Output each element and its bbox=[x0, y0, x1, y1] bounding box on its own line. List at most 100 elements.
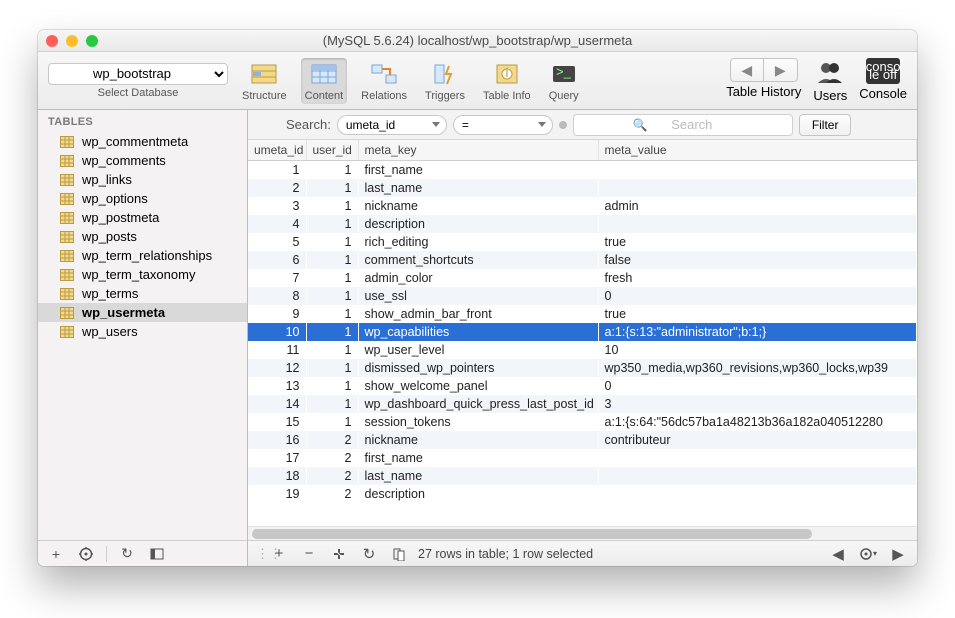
structure-icon bbox=[249, 60, 279, 88]
structure-button[interactable]: Structure bbox=[238, 58, 291, 104]
data-grid[interactable]: umeta_iduser_idmeta_keymeta_value 11firs… bbox=[248, 140, 917, 526]
search-bar: Search: umeta_id = 🔍 Filter bbox=[248, 110, 917, 140]
database-select-label: Select Database bbox=[98, 87, 179, 99]
next-page-button[interactable]: ▶ bbox=[887, 544, 909, 564]
table-row[interactable]: 81use_ssl0 bbox=[248, 287, 917, 305]
table-row[interactable]: 11first_name bbox=[248, 161, 917, 180]
users-icon bbox=[814, 58, 846, 86]
search-indicator bbox=[559, 121, 567, 129]
table-name: wp_links bbox=[82, 172, 132, 187]
sidebar-table-item[interactable]: wp_users bbox=[38, 322, 247, 341]
zoom-window-button[interactable] bbox=[86, 35, 98, 47]
sidebar-header: TABLES bbox=[38, 110, 247, 132]
table-row[interactable]: 61comment_shortcutsfalse bbox=[248, 251, 917, 269]
sidebar-table-item[interactable]: wp_terms bbox=[38, 284, 247, 303]
query-button[interactable]: >_ Query bbox=[545, 58, 583, 104]
table-row[interactable]: 31nicknameadmin bbox=[248, 197, 917, 215]
add-row-button[interactable]: + bbox=[268, 544, 290, 564]
sidebar-table-item[interactable]: wp_posts bbox=[38, 227, 247, 246]
content-button[interactable]: Content bbox=[301, 58, 348, 104]
close-window-button[interactable] bbox=[46, 35, 58, 47]
relations-icon bbox=[369, 60, 399, 88]
window-controls bbox=[46, 35, 98, 47]
table-row[interactable]: 21last_name bbox=[248, 179, 917, 197]
database-selector: wp_bootstrap Select Database bbox=[48, 63, 228, 99]
app-window: (MySQL 5.6.24) localhost/wp_bootstrap/wp… bbox=[38, 30, 917, 566]
search-operator-select[interactable]: = bbox=[453, 115, 553, 135]
column-header[interactable]: umeta_id bbox=[248, 140, 306, 161]
sidebar-table-item[interactable]: wp_comments bbox=[38, 151, 247, 170]
table-name: wp_term_relationships bbox=[82, 248, 212, 263]
table-row[interactable]: 51rich_editingtrue bbox=[248, 233, 917, 251]
table-history: ◀ ▶ Table History bbox=[726, 58, 801, 99]
sidebar: TABLES wp_commentmeta wp_comments wp_links… bbox=[38, 110, 248, 566]
table-row[interactable]: 162nicknamecontributeur bbox=[248, 431, 917, 449]
query-icon: >_ bbox=[549, 60, 579, 88]
table-name: wp_commentmeta bbox=[82, 134, 188, 149]
minimize-window-button[interactable] bbox=[66, 35, 78, 47]
search-field-select[interactable]: umeta_id bbox=[337, 115, 447, 135]
filter-button[interactable]: Filter bbox=[799, 114, 852, 136]
sidebar-table-item[interactable]: wp_links bbox=[38, 170, 247, 189]
column-header[interactable]: meta_key bbox=[358, 140, 598, 161]
table-name: wp_users bbox=[82, 324, 138, 339]
split-handle[interactable]: ⋮⋮ bbox=[256, 546, 260, 562]
table-name: wp_options bbox=[82, 191, 148, 206]
tableinfo-icon: i bbox=[492, 60, 522, 88]
refresh-data-button[interactable]: ↻ bbox=[358, 544, 380, 564]
toolbar-right: ◀ ▶ Table History Users console off Cons… bbox=[726, 58, 907, 103]
tableinfo-button[interactable]: i Table Info bbox=[479, 58, 535, 104]
table-row[interactable]: 41description bbox=[248, 215, 917, 233]
console-tool[interactable]: console off Console bbox=[859, 58, 907, 101]
column-header[interactable]: meta_value bbox=[598, 140, 917, 161]
table-row[interactable]: 141wp_dashboard_quick_press_last_post_id… bbox=[248, 395, 917, 413]
remove-row-button[interactable]: − bbox=[298, 544, 320, 564]
table-name: wp_posts bbox=[82, 229, 137, 244]
table-name: wp_terms bbox=[82, 286, 138, 301]
table-row[interactable]: 101wp_capabilitiesa:1:{s:13:"administrat… bbox=[248, 323, 917, 341]
table-row[interactable]: 121dismissed_wp_pointerswp350_media,wp36… bbox=[248, 359, 917, 377]
sidebar-table-item[interactable]: wp_term_taxonomy bbox=[38, 265, 247, 284]
sidebar-table-item[interactable]: wp_commentmeta bbox=[38, 132, 247, 151]
status-bar: ⋮⋮ + − ↻ 27 rows in table; 1 row selecte… bbox=[248, 540, 917, 566]
refresh-tables-button[interactable]: ↻ bbox=[117, 544, 137, 564]
table-actions-button[interactable] bbox=[76, 544, 96, 564]
add-table-button[interactable]: + bbox=[46, 544, 66, 564]
svg-text:>_: >_ bbox=[556, 64, 572, 79]
sidebar-footer: + ↻ bbox=[38, 540, 247, 566]
sidebar-table-item[interactable]: wp_options bbox=[38, 189, 247, 208]
table-name: wp_term_taxonomy bbox=[82, 267, 195, 282]
users-tool[interactable]: Users bbox=[813, 58, 847, 103]
page-actions-button[interactable]: ▾ bbox=[857, 544, 879, 564]
search-input[interactable] bbox=[573, 114, 793, 136]
history-back-button[interactable]: ◀ bbox=[730, 58, 764, 82]
history-forward-button[interactable]: ▶ bbox=[764, 58, 798, 82]
table-row[interactable]: 91show_admin_bar_fronttrue bbox=[248, 305, 917, 323]
window-title: (MySQL 5.6.24) localhost/wp_bootstrap/wp… bbox=[38, 33, 917, 48]
table-row[interactable]: 131show_welcome_panel0 bbox=[248, 377, 917, 395]
table-row[interactable]: 71admin_colorfresh bbox=[248, 269, 917, 287]
table-row[interactable]: 192description bbox=[248, 485, 917, 503]
main-content: Search: umeta_id = 🔍 Filter umeta_iduser… bbox=[248, 110, 917, 566]
prev-page-button[interactable]: ◀ bbox=[827, 544, 849, 564]
relations-button[interactable]: Relations bbox=[357, 58, 411, 104]
table-row[interactable]: 182last_name bbox=[248, 467, 917, 485]
horizontal-scrollbar[interactable] bbox=[248, 526, 917, 540]
toolbar: wp_bootstrap Select Database Structure C… bbox=[38, 52, 917, 110]
sidebar-table-item[interactable]: wp_usermeta bbox=[38, 303, 247, 322]
status-text: 27 rows in table; 1 row selected bbox=[418, 547, 819, 561]
triggers-button[interactable]: Triggers bbox=[421, 58, 469, 104]
toggle-sidebar-button[interactable] bbox=[147, 544, 167, 564]
table-row[interactable]: 172first_name bbox=[248, 449, 917, 467]
tables-list: wp_commentmeta wp_comments wp_links wp_opti… bbox=[38, 132, 247, 540]
duplicate-row-button[interactable] bbox=[328, 544, 350, 564]
pagination-button[interactable] bbox=[388, 544, 410, 564]
search-label: Search: bbox=[286, 117, 331, 132]
content-icon bbox=[309, 60, 339, 88]
sidebar-table-item[interactable]: wp_term_relationships bbox=[38, 246, 247, 265]
table-row[interactable]: 151session_tokensa:1:{s:64:"56dc57ba1a48… bbox=[248, 413, 917, 431]
table-row[interactable]: 111wp_user_level10 bbox=[248, 341, 917, 359]
column-header[interactable]: user_id bbox=[306, 140, 358, 161]
sidebar-table-item[interactable]: wp_postmeta bbox=[38, 208, 247, 227]
database-select[interactable]: wp_bootstrap bbox=[48, 63, 228, 85]
